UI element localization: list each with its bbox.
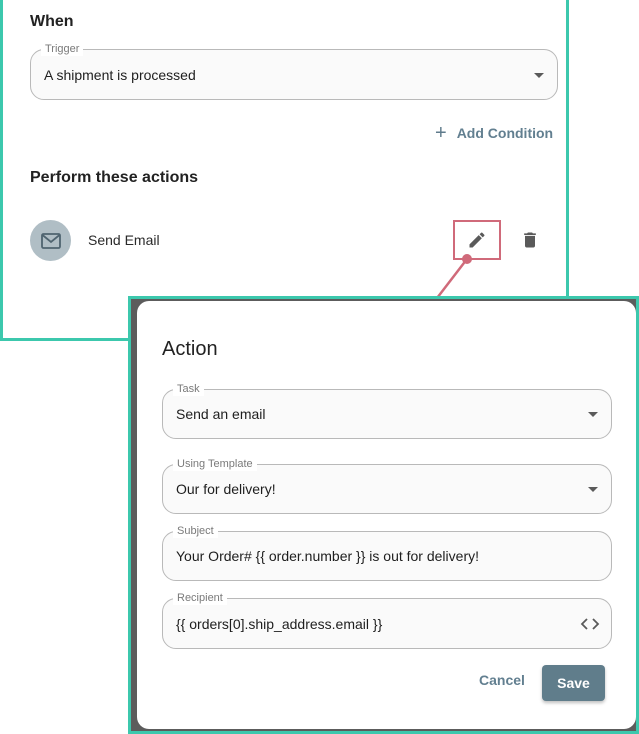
- pencil-icon: [469, 232, 485, 248]
- dropdown-caret-icon: [588, 487, 598, 492]
- dialog-title: Action: [162, 338, 218, 360]
- when-heading: When: [30, 13, 74, 30]
- action-label: Send Email: [88, 232, 160, 248]
- add-condition-label: Add Condition: [456, 125, 554, 141]
- code-icon[interactable]: [579, 616, 601, 632]
- recipient-value: {{ orders[0].ship_address.email }}: [176, 615, 383, 632]
- dropdown-caret-icon: [534, 72, 544, 78]
- trigger-value: A shipment is processed: [44, 66, 196, 83]
- delete-action-button[interactable]: [518, 228, 542, 252]
- trigger-select[interactable]: Trigger A shipment is processed: [30, 42, 558, 100]
- dialog-highlight-frame: Action Task Send an email Using Template…: [128, 296, 639, 734]
- mail-icon: [30, 220, 71, 261]
- subject-value: Your Order# {{ order.number }} is out fo…: [176, 548, 479, 564]
- template-select[interactable]: Using Template Our for delivery!: [162, 457, 612, 514]
- plus-icon: +: [435, 122, 447, 144]
- task-select[interactable]: Task Send an email: [162, 382, 612, 439]
- add-condition-button[interactable]: + Add Condition: [435, 123, 553, 143]
- template-value: Our for delivery!: [176, 481, 276, 497]
- action-dialog: Action Task Send an email Using Template…: [137, 301, 636, 729]
- subject-field[interactable]: Subject Your Order# {{ order.number }} i…: [162, 524, 612, 581]
- save-button[interactable]: Save: [542, 665, 605, 701]
- task-value: Send an email: [176, 406, 266, 422]
- dropdown-caret-icon: [588, 412, 598, 417]
- perform-actions-heading: Perform these actions: [30, 169, 199, 186]
- recipient-field[interactable]: Recipient {{ orders[0].ship_address.emai…: [162, 591, 612, 649]
- trash-icon: [524, 232, 536, 248]
- cancel-button[interactable]: Cancel: [479, 672, 525, 688]
